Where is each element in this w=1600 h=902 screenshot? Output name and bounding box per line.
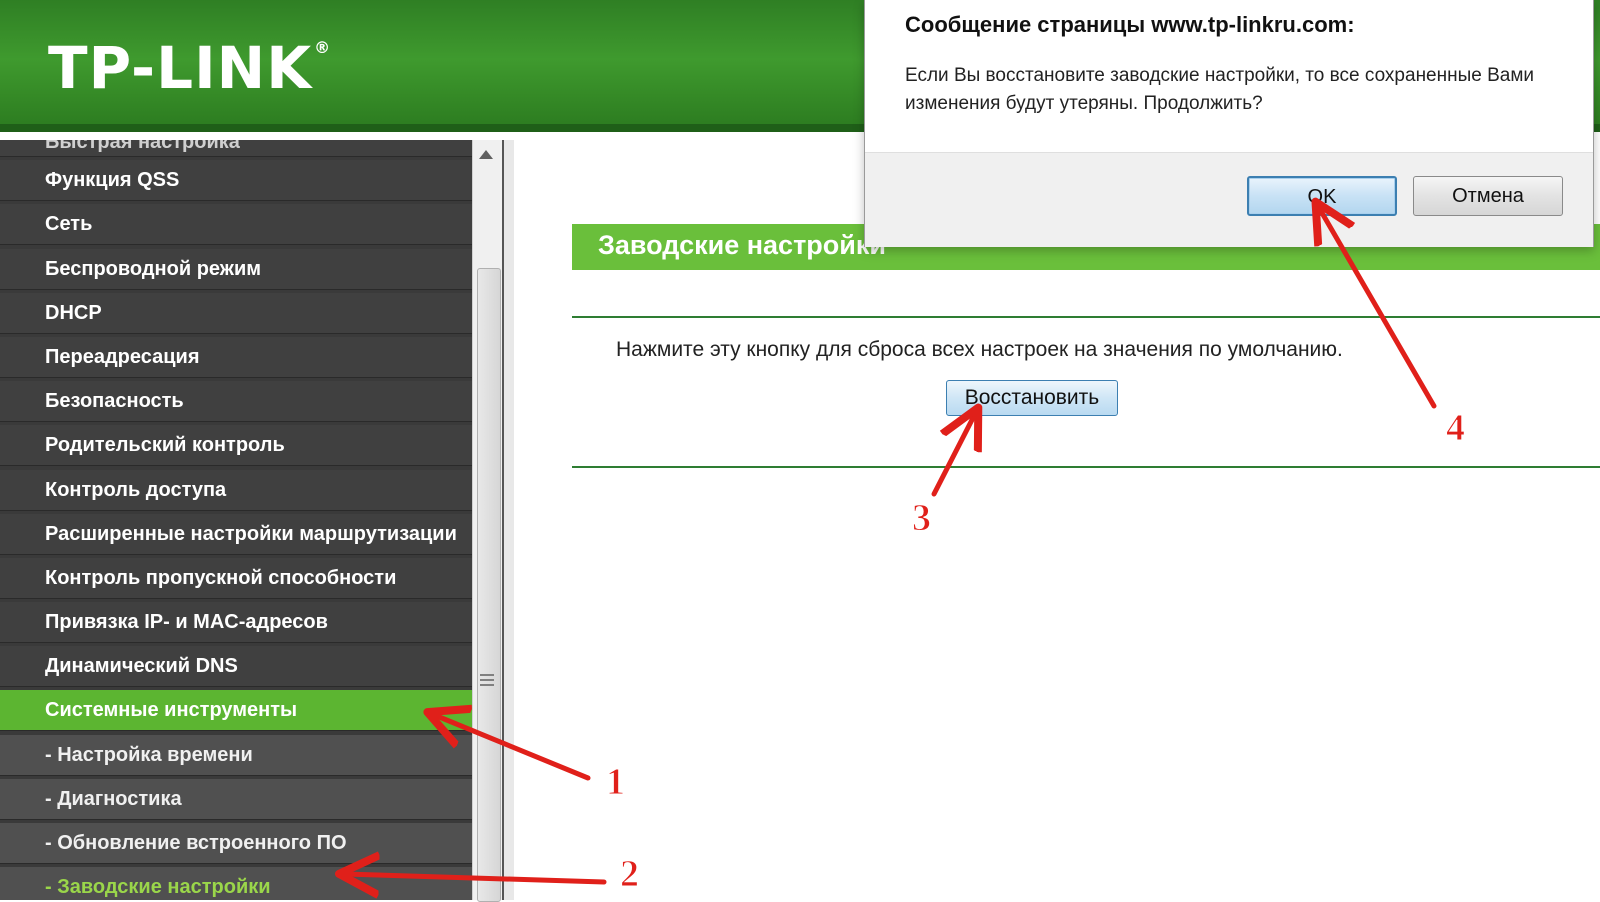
sidebar-item[interactable]: - Обновление встроенного ПО <box>0 823 472 864</box>
reset-description: Нажмите эту кнопку для сброса всех настр… <box>616 338 1343 361</box>
sidebar-item[interactable]: Функция QSS <box>0 160 472 202</box>
sidebar-item[interactable]: Родительский контроль <box>0 425 472 467</box>
sidebar-item[interactable]: - Заводские настройки <box>0 867 472 900</box>
arrow-3 <box>931 412 976 497</box>
sidebar-item[interactable]: Переадресация <box>0 336 472 378</box>
sidebar-item[interactable]: Привязка IP- и MAC-адресов <box>0 602 472 644</box>
page-title: Заводские настройки <box>598 230 886 260</box>
sidebar-item[interactable]: Безопасность <box>0 381 472 423</box>
step-number-2: 2 <box>620 853 639 895</box>
scroll-thumb[interactable] <box>477 268 501 902</box>
sidebar-item[interactable]: Расширенные настройки маршрутизации <box>0 513 472 555</box>
step-number-1: 1 <box>606 761 625 803</box>
sidebar-item[interactable]: Быстрая настройка <box>0 140 472 157</box>
restore-button[interactable]: Восстановить <box>946 380 1118 416</box>
logo-text: TP-LINK <box>48 34 313 102</box>
step-number-3: 3 <box>912 497 931 539</box>
sidebar-item[interactable]: Динамический DNS <box>0 646 472 688</box>
divider-top <box>572 316 1600 318</box>
sidebar-item[interactable]: DHCP <box>0 292 472 334</box>
step-number-4: 4 <box>1446 407 1465 449</box>
scroll-grip-icon <box>480 674 494 688</box>
divider-bottom <box>572 466 1600 468</box>
tp-link-logo: TP-LINK ® <box>48 34 331 102</box>
sidebar-item[interactable]: Контроль пропускной способности <box>0 557 472 599</box>
ok-button[interactable]: OK <box>1247 176 1397 216</box>
registered-mark: ® <box>314 38 332 57</box>
sidebar-item[interactable]: - Настройка времени <box>0 734 472 776</box>
sidebar-item[interactable]: Контроль доступа <box>0 469 472 511</box>
sidebar-menu: Быстрая настройка Функция QSS Сеть Беспрово… <box>0 140 472 900</box>
dialog-message: Если Вы восстановите заводские настройки… <box>905 65 1535 114</box>
dialog-title: Сообщение страницы www.tp-linkru.com: <box>905 12 1355 37</box>
sidebar-item[interactable]: Беспроводной режим <box>0 248 472 290</box>
sidebar-item[interactable]: - Диагностика <box>0 778 472 820</box>
sidebar-item[interactable]: Сеть <box>0 204 472 246</box>
cancel-button[interactable]: Отмена <box>1413 176 1563 216</box>
scroll-up-arrow-icon[interactable] <box>479 150 493 159</box>
frame-divider <box>502 140 514 900</box>
confirm-dialog: Сообщение страницы www.tp-linkru.com: Ес… <box>864 0 1594 247</box>
sidebar-item[interactable]: Системные инструменты <box>0 690 472 732</box>
sidebar-scrollbar[interactable] <box>472 140 503 902</box>
